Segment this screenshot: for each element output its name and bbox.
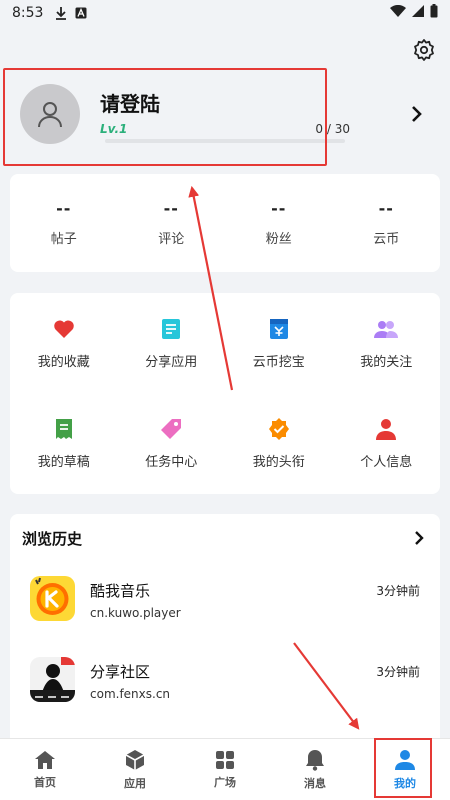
grid-item-task-center[interactable]: 任务中心 [118, 394, 226, 495]
grid-item-following[interactable]: 我的关注 [333, 293, 441, 394]
nav-label: 首页 [34, 775, 56, 789]
signal-icon [412, 5, 424, 21]
stat-value: -- [271, 199, 287, 218]
user-placeholder-icon [38, 102, 62, 128]
grid-item-label: 我的草稿 [37, 455, 90, 471]
nav-label: 应用 [124, 776, 146, 790]
nav-label: 消息 [304, 776, 326, 790]
stat-label: 帖子 [50, 232, 77, 247]
heart-icon [52, 317, 76, 341]
stat-value: -- [56, 199, 72, 218]
nav-home[interactable]: 首页 [0, 739, 90, 800]
grid-icon [216, 750, 234, 769]
bell-icon [306, 749, 324, 771]
stat-followers[interactable]: -- 粉丝 [225, 174, 333, 272]
stat-label: 云币 [373, 232, 400, 247]
badge-icon [267, 417, 291, 441]
status-bar: 8:53 [0, 0, 450, 26]
stat-value: -- [163, 199, 179, 218]
nav-square[interactable]: 广场 [180, 739, 270, 800]
grid-item-treasure[interactable]: 云币挖宝 [225, 293, 333, 394]
home-icon [35, 750, 55, 769]
nav-label: 我的 [394, 776, 416, 790]
level-badge: Lv.1 [100, 122, 128, 136]
stats-card: -- 帖子 -- 评论 -- 粉丝 -- 云币 [10, 174, 440, 272]
history-card: 浏览历史 酷我音乐 cn.kuwo.player 3分钟前 分享社区 com.f… [10, 514, 440, 754]
chevron-right-icon[interactable] [410, 105, 422, 127]
stat-label: 评论 [158, 232, 185, 247]
status-time: 8:53 [12, 5, 44, 21]
login-title[interactable]: 请登陆 [100, 88, 160, 117]
grid-item-favorites[interactable]: 我的收藏 [10, 293, 118, 394]
grid-item-titles[interactable]: 我的头衔 [225, 394, 333, 495]
grid-item-personal-info[interactable]: 个人信息 [333, 394, 441, 495]
list-item[interactable]: 酷我音乐 cn.kuwo.player 3分钟前 [10, 576, 440, 656]
person-icon [395, 749, 415, 770]
treasure-icon [267, 317, 291, 341]
fenxiang-app-icon [30, 657, 75, 702]
profile-header[interactable]: 请登陆 Lv.1 0 / 30 [0, 72, 450, 162]
grid-item-label: 我的关注 [360, 354, 413, 370]
nav-apps[interactable]: 应用 [90, 739, 180, 800]
app-package: cn.kuwo.player [90, 606, 181, 620]
kuwo-app-icon [30, 576, 75, 621]
settings-gear-icon[interactable] [412, 38, 436, 62]
person-icon [374, 417, 398, 441]
history-title: 浏览历史 [22, 530, 83, 548]
grid-item-label: 我的头衔 [252, 455, 305, 471]
list-item[interactable]: 分享社区 com.fenxs.cn 3分钟前 [10, 657, 440, 737]
list-icon [159, 317, 183, 341]
stat-label: 粉丝 [265, 232, 292, 247]
app-name: 分享社区 [90, 663, 151, 681]
chevron-right-icon[interactable] [414, 530, 424, 549]
feature-grid: 我的收藏 分享应用 云币挖宝 我的关注 我的草稿 任务中心 我的头衔 个人信息 [10, 293, 440, 494]
stat-coins[interactable]: -- 云币 [333, 174, 441, 272]
exp-progress-text: 0 / 30 [315, 122, 350, 136]
grid-item-label: 个人信息 [360, 455, 413, 471]
draft-icon [52, 417, 76, 441]
nav-label: 广场 [214, 775, 236, 789]
app-name: 酷我音乐 [90, 582, 151, 600]
visit-time: 3分钟前 [376, 665, 420, 679]
nav-mine[interactable]: 我的 [360, 739, 450, 800]
grid-item-share-app[interactable]: 分享应用 [118, 293, 226, 394]
nav-messages[interactable]: 消息 [270, 739, 360, 800]
users-icon [374, 317, 399, 341]
tag-icon [159, 417, 183, 441]
stat-posts[interactable]: -- 帖子 [10, 174, 118, 272]
notification-a-icon [75, 7, 87, 19]
cube-icon [125, 749, 145, 770]
avatar[interactable] [20, 84, 80, 144]
wifi-icon [390, 4, 406, 21]
stat-value: -- [378, 199, 394, 218]
grid-item-label: 任务中心 [145, 455, 198, 471]
app-package: com.fenxs.cn [90, 687, 171, 701]
grid-item-label: 分享应用 [145, 354, 198, 370]
stat-comments[interactable]: -- 评论 [118, 174, 226, 272]
grid-item-label: 我的收藏 [37, 354, 90, 370]
grid-item-label: 云币挖宝 [252, 354, 305, 370]
exp-progress-bar [105, 139, 345, 143]
download-icon [55, 6, 67, 20]
battery-icon [430, 4, 438, 22]
grid-item-drafts[interactable]: 我的草稿 [10, 394, 118, 495]
bottom-nav: 首页 应用 广场 消息 我的 [0, 738, 450, 800]
visit-time: 3分钟前 [376, 584, 420, 598]
